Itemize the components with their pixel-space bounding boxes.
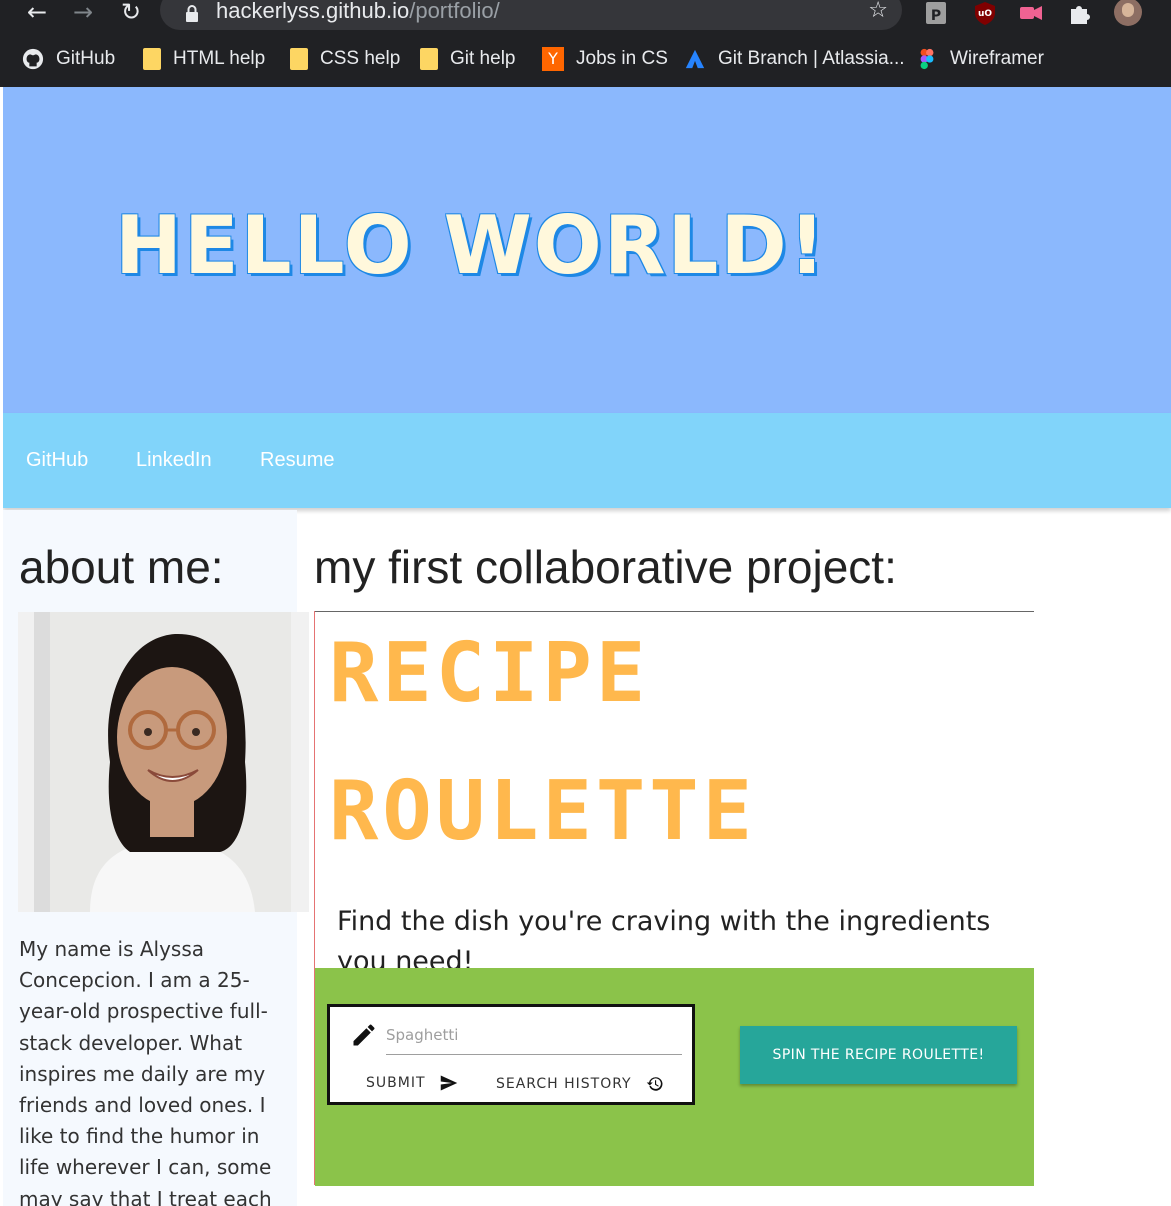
- lock-icon: [186, 5, 198, 22]
- bookmark-label: Jobs in CS: [576, 48, 668, 69]
- back-arrow-icon[interactable]: ←: [22, 0, 52, 26]
- bookmark-label: Wireframer: [950, 48, 1044, 69]
- github-icon: [22, 48, 44, 70]
- bookmark-label: HTML help: [173, 48, 266, 69]
- recipe-roulette-title-line1: RECIPE: [329, 626, 650, 721]
- recipe-roulette-title-line2: ROULETTE: [329, 764, 756, 859]
- bookmark-label: Git help: [450, 48, 516, 69]
- web-page: HELLO WORLD! GitHub LinkedIn Resume abou…: [3, 87, 1171, 1206]
- about-bio: My name is Alyssa Concepcion. I am a 25-…: [19, 937, 272, 1206]
- about-section: about me: My name is Alyssa Concepcion. …: [3, 510, 309, 1206]
- bookmark-github[interactable]: GitHub: [22, 44, 115, 74]
- folder-icon: [420, 48, 438, 70]
- submit-button[interactable]: SUBMIT: [366, 1075, 458, 1091]
- url-text: hackerlyss.github.io/portfolio/: [216, 0, 500, 24]
- url-path: /portfolio/: [409, 0, 500, 23]
- url-host: hackerlyss.github.io: [216, 0, 410, 23]
- reload-icon[interactable]: ↻: [116, 0, 146, 26]
- search-panel: SUBMIT SEARCH HISTORY SPIN THE RECIPE RO…: [315, 968, 1034, 1186]
- bookmark-git-branch[interactable]: Git Branch | Atlassia...: [684, 44, 905, 74]
- extensions-puzzle-icon[interactable]: [1066, 0, 1092, 26]
- folder-icon: [290, 48, 308, 70]
- svg-text:uO: uO: [978, 9, 992, 19]
- submit-label: SUBMIT: [366, 1075, 426, 1091]
- search-history-button[interactable]: SEARCH HISTORY: [496, 1075, 664, 1093]
- history-icon: [646, 1077, 663, 1091]
- address-bar[interactable]: hackerlyss.github.io/portfolio/ ☆: [160, 0, 902, 30]
- forward-arrow-icon[interactable]: →: [68, 0, 98, 26]
- ingredient-input-wrapper: [386, 1017, 682, 1055]
- hero-title: HELLO WORLD!: [115, 199, 828, 292]
- bookmark-css-help[interactable]: CSS help: [290, 44, 400, 74]
- bookmark-wireframer[interactable]: Wireframer: [916, 44, 1044, 74]
- search-card: SUBMIT SEARCH HISTORY: [327, 1004, 695, 1105]
- ycombinator-icon: Y: [542, 47, 564, 71]
- profile-photo: [18, 612, 309, 912]
- nav-link-resume[interactable]: Resume: [260, 449, 334, 472]
- bookmark-jobs-in-cs[interactable]: Y Jobs in CS: [542, 44, 668, 74]
- ingredient-input[interactable]: [386, 1017, 682, 1053]
- bookmark-star-icon[interactable]: ☆: [868, 0, 888, 23]
- bookmark-label: CSS help: [320, 48, 401, 69]
- bookmarks-bar: GitHub HTML help CSS help Git help Y Job…: [0, 30, 1171, 87]
- nav-link-linkedin[interactable]: LinkedIn: [136, 449, 212, 472]
- extension-badge-text: P: [931, 8, 941, 24]
- pushbullet-extension-icon[interactable]: P: [924, 0, 950, 26]
- spin-roulette-button[interactable]: SPIN THE RECIPE ROULETTE!: [740, 1026, 1017, 1084]
- screen-recorder-icon[interactable]: [1018, 0, 1044, 26]
- photo-image: [50, 612, 291, 912]
- send-icon: [440, 1075, 457, 1091]
- bookmark-html-help[interactable]: HTML help: [143, 44, 265, 74]
- folder-icon: [143, 48, 161, 70]
- profile-avatar[interactable]: [1114, 0, 1142, 26]
- ublock-shield-icon[interactable]: uO: [972, 0, 998, 26]
- bookmark-label: GitHub: [56, 48, 116, 69]
- bookmark-git-help[interactable]: Git help: [420, 44, 515, 74]
- pencil-icon: [353, 1024, 375, 1046]
- about-heading: about me:: [19, 541, 224, 593]
- browser-toolbar: ← → ↻ hackerlyss.github.io/portfolio/ ☆ …: [0, 0, 1171, 30]
- atlassian-icon: [685, 49, 705, 69]
- project-preview: RECIPE ROULETTE Find the dish you're cra…: [315, 612, 1034, 1186]
- portrait-illustration: [50, 612, 291, 912]
- nav-link-github[interactable]: GitHub: [26, 449, 88, 472]
- bookmark-label: Git Branch | Atlassia...: [718, 48, 905, 69]
- search-history-label: SEARCH HISTORY: [496, 1076, 632, 1092]
- project-heading: my first collaborative project:: [314, 541, 897, 593]
- figma-icon: [920, 48, 934, 70]
- site-nav: GitHub LinkedIn Resume: [3, 413, 1171, 508]
- hero-header: HELLO WORLD!: [3, 87, 1171, 413]
